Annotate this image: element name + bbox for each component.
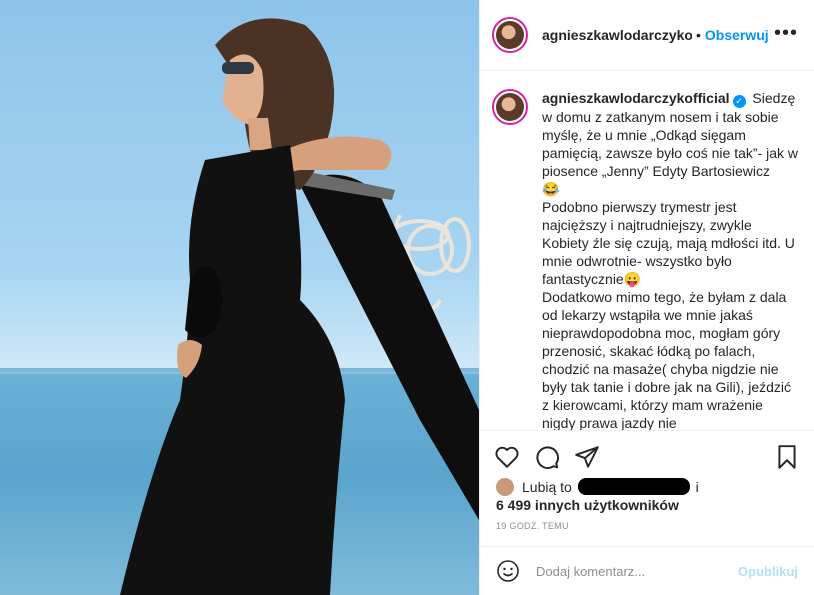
share-icon[interactable] <box>574 444 600 470</box>
add-comment-bar: Dodaj komentarz... Opublikuj <box>480 546 814 595</box>
photo-illustration <box>0 18 479 595</box>
redacted-username <box>577 478 690 495</box>
caption-text: agnieszkawlodarczykofficial ✓ Siedzę w do… <box>542 89 800 430</box>
caption-avatar[interactable] <box>492 89 528 125</box>
more-options-icon[interactable]: ••• <box>774 23 798 43</box>
post-photo[interactable] <box>0 0 479 595</box>
separator-dot: • <box>696 27 701 43</box>
likes-count[interactable]: 6 499 innych użytkowników <box>496 497 679 513</box>
likes-suffix: i <box>695 479 699 495</box>
post-sidebar: agnieszkawlodarczykof • Obserwuj ••• agn… <box>479 0 814 595</box>
laughing-emoji-icon: 😂 <box>542 181 560 197</box>
comment-icon[interactable] <box>534 444 560 470</box>
tongue-emoji-icon: 😛 <box>623 271 642 287</box>
comment-input[interactable]: Dodaj komentarz... <box>536 564 738 579</box>
publish-button[interactable]: Opublikuj <box>738 564 798 579</box>
caption-part-3: Dodatkowo mimo tego, że byłam z dala od … <box>542 289 791 430</box>
likes-summary: Lubią to i 6 499 innych użytkowników <box>496 478 798 514</box>
caption-part-2: Podobno pierwszy trymestr jest najcięższ… <box>542 199 795 287</box>
follow-button[interactable]: Obserwuj <box>705 27 769 43</box>
bookmark-icon[interactable] <box>774 444 800 470</box>
post-header: agnieszkawlodarczykof • Obserwuj ••• <box>480 0 814 71</box>
likes-prefix: Lubią to <box>522 479 572 495</box>
author-avatar[interactable] <box>492 17 528 53</box>
action-bar <box>480 430 814 482</box>
post-timestamp[interactable]: 19 GODZ. TEMU <box>496 521 569 531</box>
caption-area: agnieszkawlodarczykofficial ✓ Siedzę w do… <box>480 71 814 430</box>
caption-username[interactable]: agnieszkawlodarczykofficial <box>542 90 730 106</box>
heart-icon[interactable] <box>494 444 520 470</box>
liker-avatar[interactable] <box>496 478 514 496</box>
emoji-icon[interactable] <box>496 559 520 583</box>
verified-badge-icon: ✓ <box>732 95 746 108</box>
header-username[interactable]: agnieszkawlodarczykof <box>542 27 692 43</box>
